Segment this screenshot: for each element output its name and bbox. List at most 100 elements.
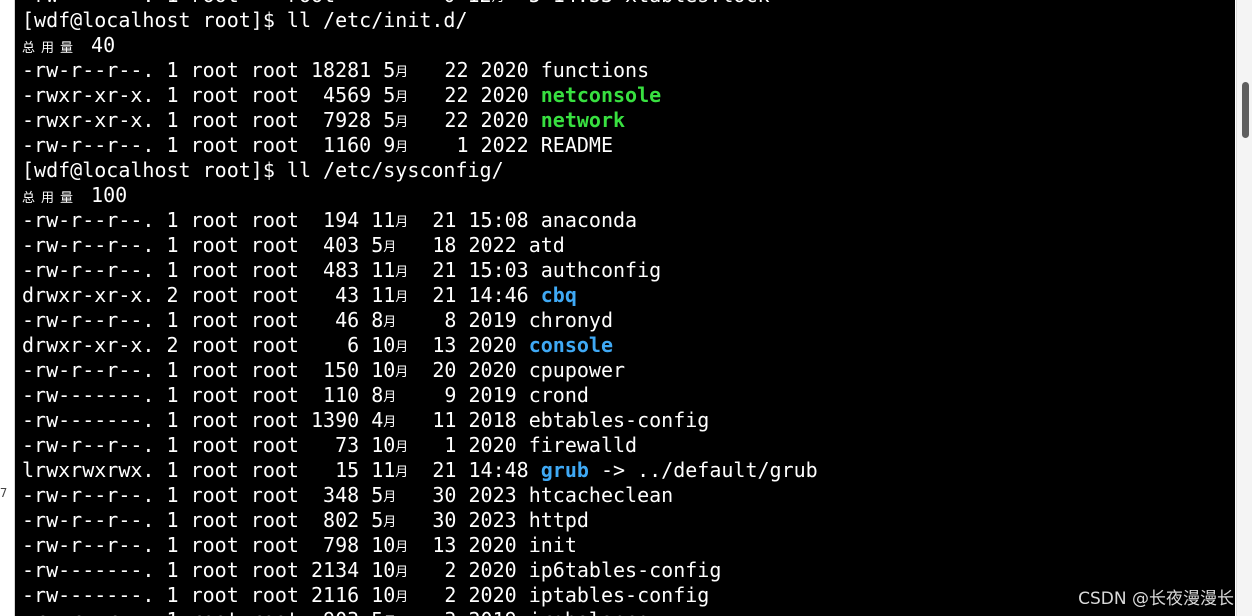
line-text: 11 2018: [396, 408, 529, 432]
line-text: 13 2020: [408, 533, 529, 557]
terminal-line: -rw-r--r--. 1 root root 903 5月 3 2019 ir…: [22, 608, 818, 616]
month-char: 月: [395, 590, 409, 605]
line-text: [wdf@localhost root]$ ll /etc/init.d/: [22, 8, 468, 32]
line-text: 30 2023: [396, 483, 529, 507]
terminal-line: 总用量 100: [22, 183, 818, 208]
line-text: 8 2019: [396, 308, 529, 332]
line-text: -> ../default/grub: [588, 458, 818, 482]
total-label: 总用量: [22, 191, 80, 206]
terminal-line: -rwxr-xr-x. 1 root root 4569 5月 22 2020 …: [22, 83, 818, 108]
terminal-line: -rw-r--r--. 1 root root 798 10月 13 2020 …: [22, 533, 818, 558]
line-text: -rw-r--r--. 1 root root 802 5: [22, 508, 384, 532]
terminal-line: [wdf@localhost root]$ ll /etc/init.d/: [22, 8, 818, 33]
terminal-line: -rw-r--r--. 1 root root 18281 5月 22 2020…: [22, 58, 818, 83]
terminal-line: -rw-r--r--. 1 root root 802 5月 30 2023 h…: [22, 508, 818, 533]
line-text: -rw-r--r--. 1 root root 903 5: [22, 608, 383, 616]
terminal-lines: -rw-------. 1 root root 0 12月 5 14:33 xt…: [22, 0, 818, 616]
line-text: xtables.lock: [625, 0, 770, 7]
line-text: -rw-r--r--. 1 root root 46 8: [22, 308, 384, 332]
month-char: 月: [383, 415, 397, 430]
left-edge-strip: 7: [0, 0, 15, 616]
terminal-line: -rw-------. 1 root root 1390 4月 11 2018 …: [22, 408, 818, 433]
line-text: 22 2020: [408, 58, 541, 82]
month-char: 月: [395, 215, 409, 230]
line-text: anaconda: [540, 208, 638, 232]
line-text: 21 14:46: [408, 283, 541, 307]
line-text: -rw-r--r--. 1 root root 483 11: [22, 258, 396, 282]
line-text: 1 2022: [408, 133, 541, 157]
month-char: 月: [383, 490, 397, 505]
month-char: 月: [383, 240, 397, 255]
line-text: -rw-------. 1 root root 0 12: [22, 0, 492, 7]
symlink-name: grub: [540, 458, 589, 482]
line-text: chronyd: [528, 308, 613, 332]
line-text: authconfig: [540, 258, 662, 282]
terminal-line: -rwxr-xr-x. 1 root root 7928 5月 22 2020 …: [22, 108, 818, 133]
line-text: -rw-r--r--. 1 root root 798 10: [22, 533, 396, 557]
line-text: htcacheclean: [528, 483, 674, 507]
line-text: 13 2020: [408, 333, 529, 357]
vertical-scrollbar[interactable]: [1236, 0, 1252, 616]
terminal-line: -rw-r--r--. 1 root root 403 5月 18 2022 a…: [22, 233, 818, 258]
line-text: 22 2020: [408, 83, 541, 107]
line-text: -rw-r--r--. 1 root root 1160 9: [22, 133, 396, 157]
terminal-line: -rw-r--r--. 1 root root 46 8月 8 2019 chr…: [22, 308, 818, 333]
month-char: 月: [395, 115, 409, 130]
month-char: 月: [395, 265, 409, 280]
month-char: 月: [383, 390, 397, 405]
line-text: 21 15:08: [408, 208, 541, 232]
line-text: iptables-config: [528, 583, 710, 607]
line-text: 30 2023: [396, 508, 529, 532]
terminal-line: -rw-r--r--. 1 root root 194 11月 21 15:08…: [22, 208, 818, 233]
executable-filename: network: [540, 108, 626, 132]
line-text: -rw-r--r--. 1 root root 18281 5: [22, 58, 396, 82]
line-text: [wdf@localhost root]$ ll /etc/sysconfig/: [22, 158, 504, 182]
line-text: -rw-------. 1 root root 2134 10: [22, 558, 396, 582]
total-label: 总用量: [22, 41, 80, 56]
month-char: 月: [395, 565, 409, 580]
line-text: -rwxr-xr-x. 1 root root 4569 5: [22, 83, 396, 107]
line-text: 9 2019: [396, 383, 529, 407]
terminal-line: drwxr-xr-x. 2 root root 43 11月 21 14:46 …: [22, 283, 818, 308]
terminal-line: -rw-------. 1 root root 2116 10月 2 2020 …: [22, 583, 818, 608]
terminal-output[interactable]: -rw-------. 1 root root 0 12月 5 14:33 xt…: [15, 0, 1235, 616]
month-char: 月: [395, 290, 409, 305]
terminal-line: lrwxrwxrwx. 1 root root 15 11月 21 14:48 …: [22, 458, 818, 483]
line-text: 100: [79, 183, 128, 207]
month-char: 月: [395, 540, 409, 555]
line-text: 40: [79, 33, 116, 57]
line-text: -rw-------. 1 root root 1390 4: [22, 408, 384, 432]
line-text: crond: [528, 383, 589, 407]
month-char: 月: [395, 65, 409, 80]
line-text: atd: [528, 233, 565, 257]
line-text: 21 15:03: [408, 258, 541, 282]
terminal-line: drwxr-xr-x. 2 root root 6 10月 13 2020 co…: [22, 333, 818, 358]
line-text: functions: [540, 58, 650, 82]
terminal-line: -rw-r--r--. 1 root root 150 10月 20 2020 …: [22, 358, 818, 383]
line-text: 5 14:33: [505, 0, 625, 7]
line-text: 18 2022: [396, 233, 529, 257]
line-text: -rw-r--r--. 1 root root 348 5: [22, 483, 384, 507]
line-text: drwxr-xr-x. 2 root root 43 11: [22, 283, 396, 307]
executable-filename: netconsole: [540, 83, 662, 107]
line-text: 21 14:48: [408, 458, 541, 482]
line-text: ebtables-config: [528, 408, 710, 432]
line-text: ip6tables-config: [528, 558, 722, 582]
terminal-line: [wdf@localhost root]$ ll /etc/sysconfig/: [22, 158, 818, 183]
line-text: httpd: [528, 508, 589, 532]
month-char: 月: [492, 0, 505, 5]
line-text: -rw-r--r--. 1 root root 403 5: [22, 233, 384, 257]
line-text: 3 2019: [396, 608, 528, 616]
terminal-line: -rw-------. 1 root root 2134 10月 2 2020 …: [22, 558, 818, 583]
terminal-line: 总用量 40: [22, 33, 818, 58]
scrollbar-thumb[interactable]: [1242, 82, 1249, 138]
terminal-line: -rw-r--r--. 1 root root 483 11月 21 15:03…: [22, 258, 818, 283]
line-text: init: [528, 533, 577, 557]
line-text: 2 2020: [408, 558, 529, 582]
left-edge-char: 7: [0, 486, 8, 500]
line-text: README: [540, 133, 613, 157]
terminal-line: -rw-------. 1 root root 0 12月 5 14:33 xt…: [22, 0, 818, 8]
line-text: -rw-r--r--. 1 root root 194 11: [22, 208, 396, 232]
month-char: 月: [395, 340, 409, 355]
line-text: 2 2020: [408, 583, 529, 607]
